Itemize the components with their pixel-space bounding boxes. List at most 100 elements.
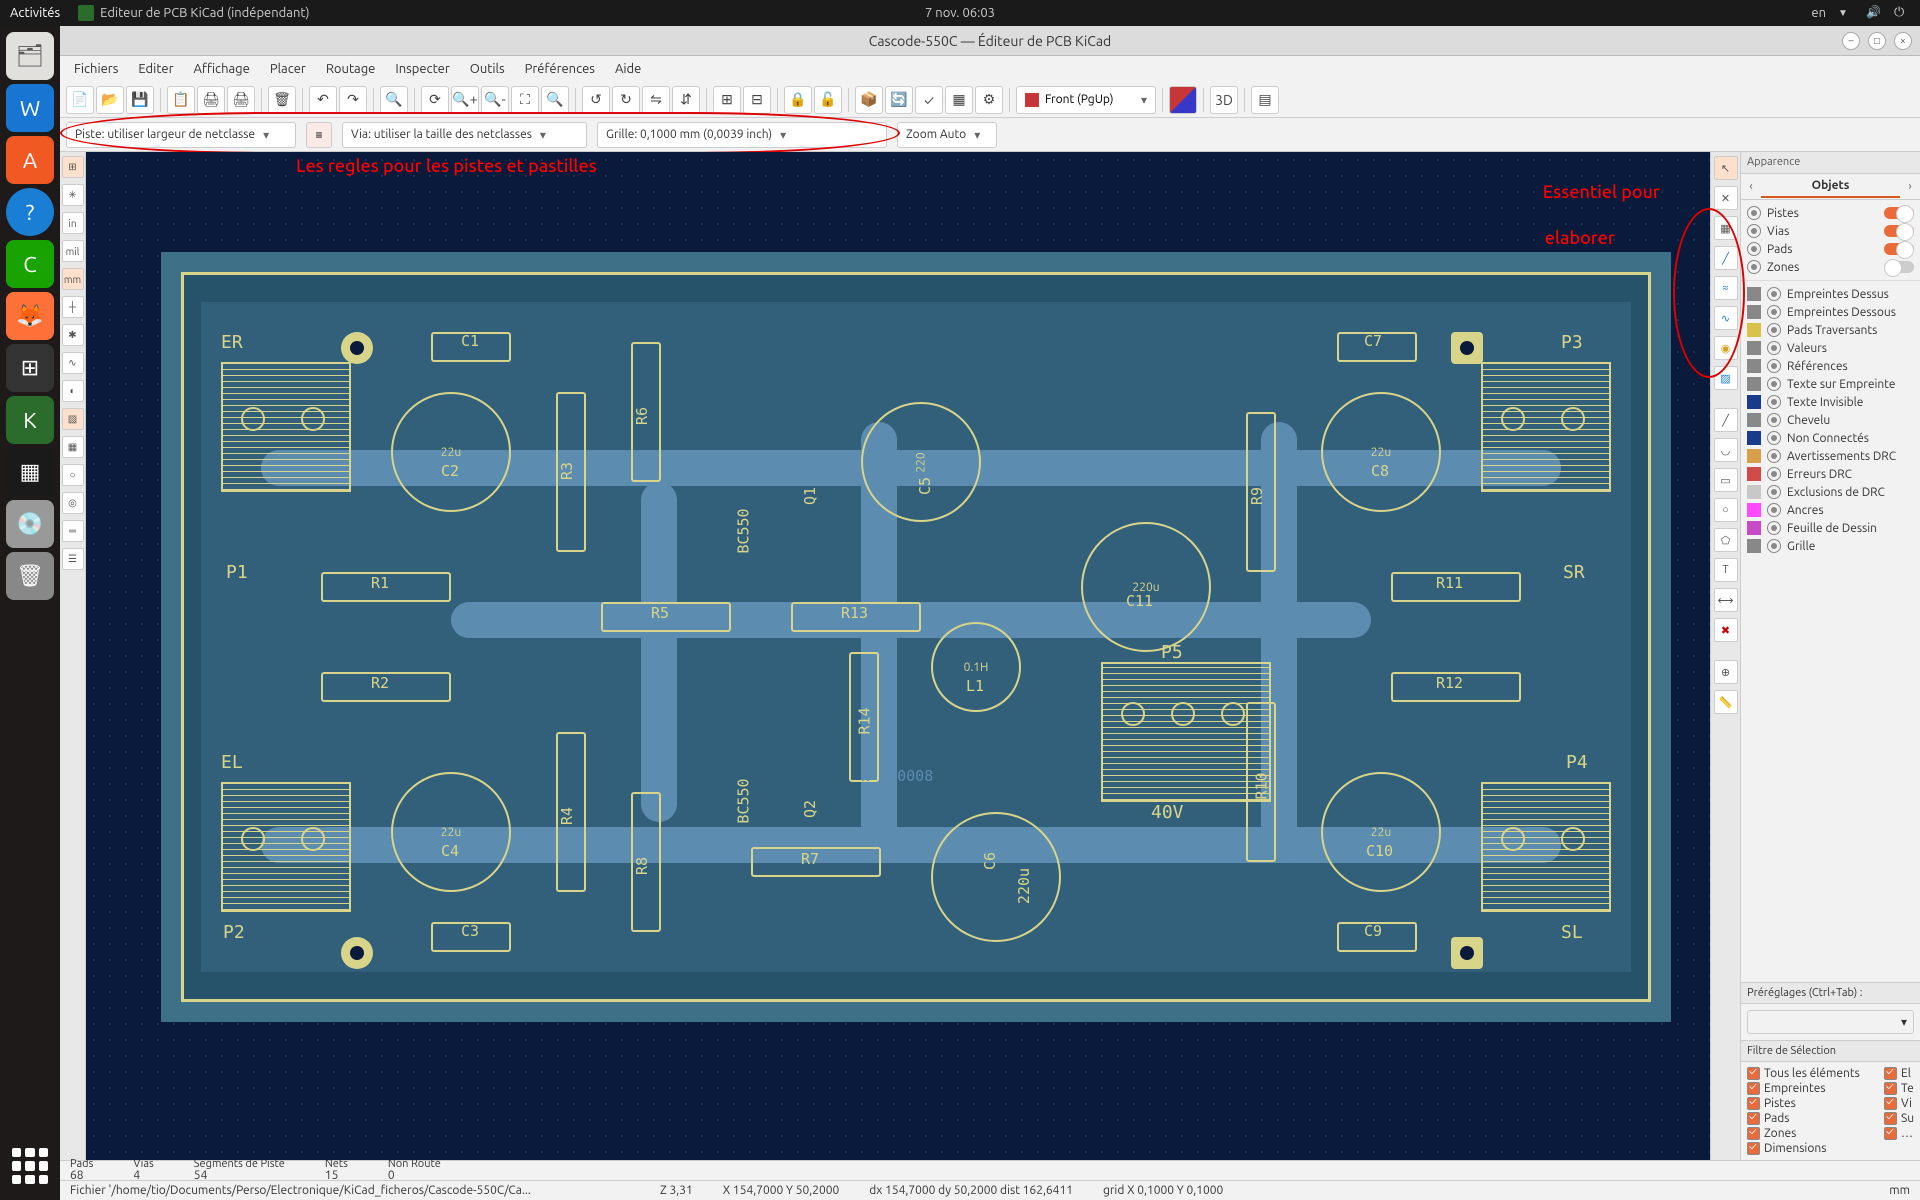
layer-select[interactable]: Front (PgUp) ▾ [1016,86,1156,114]
plot-icon[interactable]: 🖨 [227,86,255,114]
layer-pair-icon[interactable] [1169,86,1197,114]
eye-icon[interactable] [1767,467,1781,481]
close-button[interactable]: × [1894,32,1912,50]
rect-tool-icon[interactable]: ▭ [1714,468,1738,492]
find-icon[interactable]: 🔍 [380,86,408,114]
menu-affichage[interactable]: Affichage [186,59,258,79]
obj-row[interactable]: Références [1741,357,1920,375]
filter-row[interactable]: … [1884,1126,1914,1141]
3d-icon[interactable]: 3D [1210,86,1238,114]
color-swatch[interactable] [1747,359,1761,373]
pad-display-icon[interactable]: ○ [62,464,84,486]
eye-icon[interactable] [1767,521,1781,535]
obj-row[interactable]: Pads Traversants [1741,321,1920,339]
opacity-slider[interactable] [1884,225,1914,237]
obj-row[interactable]: Avertissements DRC [1741,447,1920,465]
dock-calc[interactable]: C [6,240,54,288]
track-display-icon[interactable]: ═ [62,520,84,542]
menu-preferences[interactable]: Préférences [517,59,603,79]
eye-icon[interactable] [1767,287,1781,301]
drc-icon[interactable]: ✓ [915,86,943,114]
dock-trash[interactable]: 🗑 [6,552,54,600]
dock-schematic[interactable]: ▦ [6,448,54,496]
color-swatch[interactable] [1747,413,1761,427]
checkbox[interactable] [1884,1097,1897,1110]
topbar-app[interactable]: Editeur de PCB KiCad (indépendant) [78,5,309,21]
eye-icon[interactable] [1767,305,1781,319]
menu-editer[interactable]: Editer [130,59,181,79]
eye-icon[interactable] [1767,323,1781,337]
checkbox[interactable] [1747,1082,1760,1095]
dock-calculator[interactable]: ⊞ [6,344,54,392]
eye-icon[interactable] [1767,449,1781,463]
zoom-combo[interactable]: Zoom Auto▾ [897,122,997,148]
dimension-tool-icon[interactable]: ⟷ [1714,588,1738,612]
color-swatch[interactable] [1747,341,1761,355]
menu-routage[interactable]: Routage [318,59,384,79]
power-icon[interactable] [1894,5,1910,21]
checkbox[interactable] [1747,1097,1760,1110]
filter-row[interactable]: El [1884,1066,1914,1081]
route-diff-icon[interactable]: ≈ [1714,276,1738,300]
ungroup-icon[interactable]: ⊟ [743,86,771,114]
eye-icon[interactable] [1767,377,1781,391]
polar-icon[interactable]: ✳ [62,184,84,206]
eye-icon[interactable] [1767,431,1781,445]
tab-objets[interactable]: Objets [1761,175,1900,198]
opacity-slider[interactable] [1884,243,1914,255]
poly-tool-icon[interactable]: ⬠ [1714,528,1738,552]
checkbox[interactable] [1747,1067,1760,1080]
topbar-clock[interactable]: 7 nov. 06:03 [925,6,995,20]
dock-files[interactable]: 🗂 [6,32,54,80]
trash-icon[interactable]: 🗑 [268,86,296,114]
obj-row[interactable]: Pads [1741,240,1920,258]
eye-icon[interactable] [1767,503,1781,517]
net-highlight-icon[interactable]: ▨ [62,408,84,430]
dock-writer[interactable]: W [6,84,54,132]
mm-icon[interactable]: mm [62,268,84,290]
select-tool-icon[interactable]: ↖ [1714,156,1738,180]
checkbox[interactable] [1747,1112,1760,1125]
color-swatch[interactable] [1747,521,1761,535]
print-icon[interactable]: 🖨 [197,86,225,114]
color-swatch[interactable] [1747,449,1761,463]
menu-outils[interactable]: Outils [462,59,513,79]
maximize-button[interactable]: □ [1868,32,1886,50]
line-tool-icon[interactable]: ╱ [1714,408,1738,432]
lock-icon[interactable]: 🔒 [784,86,812,114]
filter-row[interactable]: Pads [1747,1111,1872,1126]
opacity-slider[interactable] [1884,261,1914,273]
save-icon[interactable]: 💾 [126,86,154,114]
color-swatch[interactable] [1747,377,1761,391]
via-tool-icon[interactable]: ◉ [1714,336,1738,360]
filter-row[interactable]: Empreintes [1747,1081,1872,1096]
obj-row[interactable]: Chevelu [1741,411,1920,429]
mirror-v-icon[interactable]: ⇵ [672,86,700,114]
obj-row[interactable]: Empreintes Dessus [1741,285,1920,303]
obj-row[interactable]: Non Connectés [1741,429,1920,447]
menu-placer[interactable]: Placer [262,59,314,79]
volume-icon[interactable] [1866,5,1882,21]
dock-firefox[interactable]: 🦊 [6,292,54,340]
eye-icon[interactable] [1747,206,1761,220]
filter-row[interactable]: Vi [1884,1096,1914,1111]
update-pcb-icon[interactable]: 🔄 [885,86,913,114]
track-width-combo[interactable]: Piste: utiliser largeur de netclasse▾ [66,122,296,148]
dock-kicad[interactable]: K [6,396,54,444]
group-icon[interactable]: ⊞ [713,86,741,114]
auto-track-button[interactable]: ≡ [306,122,332,148]
rotate-cw-icon[interactable]: ↻ [612,86,640,114]
ratsnest-tool-icon[interactable]: ▦ [1714,216,1738,240]
checkbox[interactable] [1884,1082,1897,1095]
zoom-in-icon[interactable]: 🔍+ [451,86,479,114]
grid-toggle-icon[interactable]: ⊞ [62,156,84,178]
footprint-icon[interactable]: 📦 [855,86,883,114]
eye-icon[interactable] [1767,539,1781,553]
menu-fichiers[interactable]: Fichiers [66,59,126,79]
checkbox[interactable] [1884,1112,1897,1125]
color-swatch[interactable] [1747,485,1761,499]
ratsnest-icon[interactable]: ✱ [62,324,84,346]
circle-tool-icon[interactable]: ○ [1714,498,1738,522]
origin-tool-icon[interactable]: ⊕ [1714,660,1738,684]
zone-fill-icon[interactable]: ▦ [62,436,84,458]
